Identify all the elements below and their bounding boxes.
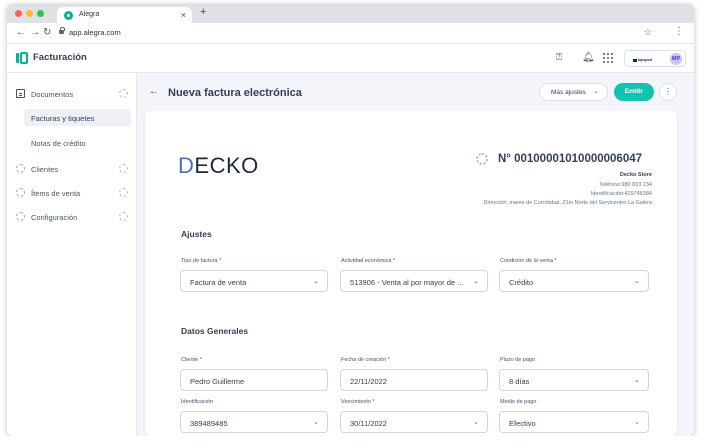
sidebar-item-clientes[interactable]: Clientes — [7, 160, 137, 178]
address-bar: ← → ↻ app.alegra.com ☆ ⋮ — [7, 23, 694, 44]
sidebar-item-facturas[interactable]: Facturas y tiquetes — [24, 109, 131, 126]
page-bottom-margin — [0, 436, 701, 447]
actividad-select[interactable]: 513906 - Venta al por mayor de ... ⌄ — [340, 270, 488, 292]
cliente-field[interactable]: Pedro Guillerme — [180, 369, 328, 391]
forward-arrow-icon[interactable]: → — [30, 27, 40, 38]
sidebar-item-label: Facturas y tiquetes — [31, 114, 95, 123]
browser-tab[interactable]: Alegra × — [57, 7, 192, 23]
vencimiento-select[interactable]: 30/11/2022 ⌄ — [340, 411, 488, 433]
company-name: Decko Store — [619, 172, 652, 178]
app-header: Facturación ⍰ 🔔︎ topsport MP — [7, 44, 694, 73]
tab-close-icon[interactable]: × — [181, 10, 186, 20]
fecha-field[interactable]: 22/11/2022 — [340, 369, 488, 391]
mas-ajustes-label: Más ajustes — [551, 89, 586, 96]
close-window-dot[interactable] — [15, 10, 22, 17]
sidebar-item-label: Documentos — [31, 90, 74, 99]
new-tab-button[interactable]: + — [200, 6, 206, 18]
page-title: Nueva factura electrónica — [168, 87, 302, 99]
chevron-down-icon: ⌄ — [634, 419, 640, 426]
plazo-label: Plazo de pago — [500, 357, 536, 363]
help-icon[interactable]: ⍰ — [556, 52, 562, 63]
apps-grid-icon[interactable] — [603, 53, 613, 63]
cliente-label: Cliente * — [181, 357, 202, 363]
tipo-factura-select[interactable]: Factura de venta ⌄ — [180, 270, 328, 292]
app-title: Facturación — [33, 52, 87, 63]
tipo-factura-label: Tipo de factura * — [181, 258, 222, 264]
sidebar-item-configuracion[interactable]: Configuración — [7, 208, 137, 226]
company-brand-logo: DECKO — [178, 153, 259, 178]
mas-ajustes-button[interactable]: Más ajustes ⌄ — [539, 83, 608, 101]
alegra-favicon-icon — [64, 11, 73, 20]
company-switcher[interactable]: topsport MP — [624, 50, 686, 67]
document-icon — [16, 89, 25, 98]
identificacion-label: Identificación — [181, 399, 214, 405]
chevron-down-icon: ⌄ — [473, 278, 479, 285]
section-datos-title: Datos Generales — [181, 326, 249, 336]
settings-icon — [16, 212, 25, 221]
sidebar-item-label: Configuración — [31, 213, 78, 222]
sidebar-item-documentos[interactable]: Documentos — [7, 85, 137, 103]
browser-tab-title: Alegra — [79, 11, 100, 18]
chevron-down-icon: ⌄ — [634, 377, 640, 384]
sidebar-item-label: Clientes — [31, 165, 59, 174]
loading-icon — [119, 164, 128, 173]
back-button[interactable]: ← — [149, 86, 159, 97]
notification-bell-icon[interactable]: 🔔︎ — [582, 52, 595, 63]
vencimiento-label: Vencimiento * — [341, 399, 375, 405]
condicion-label: Condición de la venta * — [500, 258, 557, 264]
chevron-down-icon: ⌄ — [313, 419, 319, 426]
minimize-window-dot[interactable] — [26, 10, 33, 17]
plazo-select[interactable]: 8 días ⌄ — [499, 369, 649, 391]
items-icon — [16, 188, 25, 197]
reload-icon[interactable]: ↻ — [43, 27, 51, 38]
sidebar-item-notas[interactable]: Notas de crédito — [24, 134, 131, 151]
sidebar-item-items[interactable]: Ítems de venta — [7, 184, 137, 202]
condicion-select[interactable]: Crédito ⌄ — [499, 270, 649, 292]
numbering-settings-icon[interactable] — [476, 153, 488, 165]
sidebar-item-label: Ítems de venta — [31, 189, 81, 198]
identificacion-select[interactable]: 389489485 ⌄ — [180, 411, 328, 433]
chevron-down-icon: ⌄ — [313, 278, 319, 285]
browser-menu-icon[interactable]: ⋮ — [674, 26, 684, 37]
avatar[interactable]: MP — [670, 53, 682, 65]
company-id: Identificación:429745384 — [590, 191, 652, 197]
alegra-logo-icon — [16, 52, 28, 64]
sidebar-item-label: Notas de crédito — [31, 139, 86, 148]
chevron-down-icon: ⌄ — [473, 419, 479, 426]
maximize-window-dot[interactable] — [37, 10, 44, 17]
section-ajustes-title: Ajustes — [181, 229, 212, 239]
medio-select[interactable]: Efectivo ⌄ — [499, 411, 649, 433]
back-arrow-icon[interactable]: ← — [16, 27, 26, 38]
company-address: Dirección: inares de Curridabat, 21m Nor… — [483, 200, 652, 206]
clientes-icon — [16, 164, 25, 173]
loading-icon — [119, 89, 128, 98]
bookmark-star-icon[interactable]: ☆ — [644, 27, 652, 38]
url-field[interactable]: app.alegra.com — [69, 28, 121, 37]
sidebar: Documentos Facturas y tiquetes Notas de … — [7, 73, 137, 436]
medio-label: Medio de pago — [500, 399, 537, 405]
loading-icon — [119, 188, 128, 197]
chevron-down-icon: ⌄ — [634, 278, 640, 285]
actividad-label: Actividad económica * — [341, 258, 396, 264]
browser-tab-bar: Alegra × + — [7, 4, 694, 23]
chevron-down-icon: ⌄ — [593, 88, 599, 95]
fecha-label: Fecha de creación * — [341, 357, 390, 363]
invoice-number: N° 00100001010000006047 — [498, 153, 643, 165]
loading-icon — [119, 212, 128, 221]
company-phone: Teléfono:980 833 234 — [599, 182, 652, 188]
company-logo: topsport — [633, 58, 652, 62]
emitir-button[interactable]: Emitir — [614, 83, 654, 101]
lock-icon — [59, 27, 65, 34]
more-options-icon[interactable]: ⋮ — [659, 83, 677, 101]
